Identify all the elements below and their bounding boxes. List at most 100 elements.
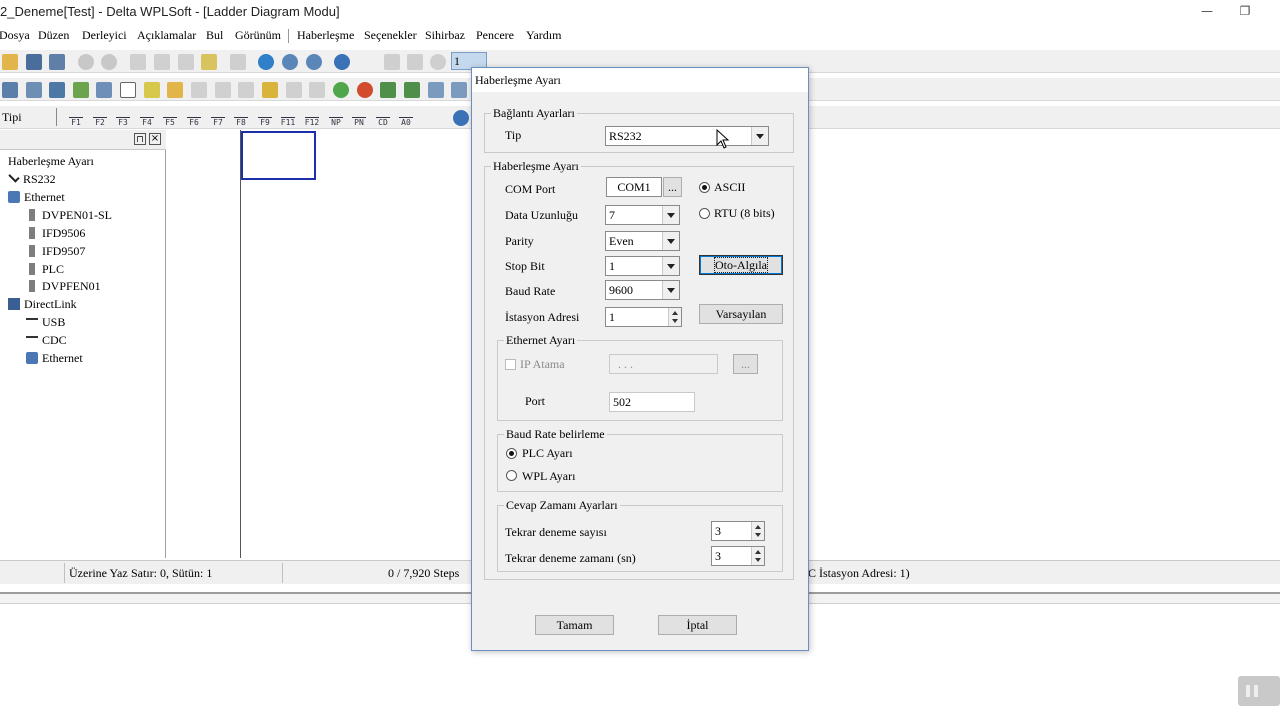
note-icon[interactable] (191, 82, 207, 98)
fkey-button[interactable]: F7 (208, 109, 228, 127)
baud-rate-select[interactable]: 9600 (605, 280, 680, 300)
zoom-in-icon[interactable] (282, 54, 298, 70)
menu-derleyici[interactable]: Derleyici (82, 28, 127, 43)
menu-sihirbaz[interactable]: Sihirbaz (425, 28, 465, 43)
station-address-field[interactable]: 1 (605, 307, 682, 327)
ladder-mode-icon[interactable] (2, 82, 18, 98)
zoom-out-icon[interactable] (306, 54, 322, 70)
wpl-setting-radio[interactable] (506, 470, 517, 481)
menu-dosya[interactable]: Dosya (0, 28, 30, 43)
station-address-spinner[interactable] (668, 308, 681, 326)
paste-icon[interactable] (178, 54, 194, 70)
com-port-browse-button[interactable]: ... (663, 177, 682, 197)
type-select[interactable]: RS232 (605, 126, 769, 146)
edit-icon[interactable] (73, 82, 89, 98)
fkey-button[interactable]: F4 (137, 109, 157, 127)
online-icon[interactable] (451, 82, 467, 98)
tree-item[interactable]: USB (26, 315, 65, 330)
fkey-button[interactable]: NP (326, 109, 346, 127)
fkey-button[interactable]: CD (373, 109, 393, 127)
parity-select[interactable]: Even (605, 231, 680, 251)
tree-item[interactable]: Ethernet (8, 190, 65, 205)
tree-item[interactable]: RS232 (8, 171, 56, 187)
menu-yardim[interactable]: Yardım (526, 28, 561, 43)
defaults-button[interactable]: Varsayılan (699, 304, 783, 324)
connect-icon[interactable] (333, 82, 349, 98)
compile-icon[interactable] (262, 82, 278, 98)
port-field[interactable]: 502 (609, 392, 695, 412)
data-length-select[interactable]: 7 (605, 205, 680, 225)
stop-icon[interactable] (357, 82, 373, 98)
grid-icon[interactable] (120, 82, 136, 98)
save-icon[interactable] (26, 54, 42, 70)
fkey-button[interactable]: F12 (302, 109, 322, 127)
tree-item[interactable]: CDC (26, 333, 67, 348)
list-icon[interactable] (286, 82, 302, 98)
fkey-button[interactable]: PN (349, 109, 369, 127)
pin-icon[interactable]: ⊓ (134, 133, 146, 145)
fkey-button[interactable]: F5 (160, 109, 180, 127)
upload-icon[interactable] (404, 82, 420, 98)
tree-item[interactable]: IFD9507 (26, 244, 85, 259)
tree-item[interactable]: PLC (26, 262, 64, 277)
copy-icon[interactable] (154, 54, 170, 70)
chevron-down-icon[interactable] (662, 232, 679, 250)
tree-item[interactable]: DVPEN01-SL (26, 208, 112, 223)
undo-icon[interactable] (78, 54, 94, 70)
fkey-button[interactable]: F3 (113, 109, 133, 127)
pause-overlay-button[interactable] (1238, 676, 1280, 706)
ip-address-field[interactable]: . . . (609, 354, 718, 374)
search-icon[interactable] (258, 54, 274, 70)
restore-button[interactable]: ❐ (1222, 0, 1268, 22)
menu-bul[interactable]: Bul (206, 28, 223, 43)
plc-setting-radio[interactable] (506, 448, 517, 459)
chevron-down-icon[interactable] (662, 206, 679, 224)
chevron-down-icon[interactable] (662, 281, 679, 299)
menu-haberlesme[interactable]: Haberleşme (297, 28, 354, 43)
comment-icon[interactable] (144, 82, 160, 98)
window-icon[interactable] (309, 82, 325, 98)
instruction-mode-icon[interactable] (49, 82, 65, 98)
tipi-combo-edge[interactable] (56, 108, 64, 126)
fkey-button[interactable]: F11 (278, 109, 298, 127)
tree-item[interactable]: DVPFEN01 (26, 279, 101, 294)
ip-assign-checkbox[interactable] (505, 359, 516, 370)
tree-item[interactable]: Ethernet (26, 351, 83, 366)
fkey-button[interactable]: A0 (396, 109, 416, 127)
cut-icon[interactable] (130, 54, 146, 70)
run-icon[interactable] (430, 54, 446, 70)
retry-count-spinner[interactable] (751, 522, 764, 540)
close-icon[interactable]: × (149, 133, 161, 145)
menu-secenekler[interactable]: Seçenekler (364, 28, 417, 43)
download-icon[interactable] (380, 82, 396, 98)
menu-gorunum[interactable]: Görünüm (235, 28, 281, 43)
retry-time-field[interactable]: 3 (711, 546, 765, 566)
rtu-radio[interactable] (699, 208, 710, 219)
tree-item[interactable]: IFD9506 (26, 226, 85, 241)
chevron-down-icon[interactable] (751, 127, 768, 145)
fkey-button[interactable]: F2 (90, 109, 110, 127)
tree-item[interactable]: DirectLink (8, 297, 77, 312)
open-icon[interactable] (2, 54, 18, 70)
goto-icon[interactable] (230, 54, 246, 70)
stop-bit-select[interactable]: 1 (605, 256, 680, 276)
link-icon[interactable] (167, 82, 183, 98)
eraser-icon[interactable] (201, 54, 217, 70)
retry-time-spinner[interactable] (751, 547, 764, 565)
menu-pencere[interactable]: Pencere (476, 28, 514, 43)
redo-icon[interactable] (101, 54, 117, 70)
ladder-cursor[interactable] (241, 131, 316, 180)
retry-count-field[interactable]: 3 (711, 521, 765, 541)
program-icon[interactable] (407, 54, 423, 70)
ok-button[interactable]: Tamam (535, 615, 614, 635)
device-note-icon[interactable] (215, 82, 231, 98)
fkey-button[interactable]: F8 (231, 109, 251, 127)
sfc-mode-icon[interactable] (26, 82, 42, 98)
bookmark-icon[interactable] (238, 82, 254, 98)
auto-detect-button[interactable]: Oto-Algıla (699, 255, 783, 275)
cancel-button[interactable]: İptal (658, 615, 737, 635)
fkey-button[interactable]: F9 (255, 109, 275, 127)
com-port-field[interactable]: COM1 (606, 177, 662, 197)
fkey-button[interactable]: F1 (66, 109, 86, 127)
menu-aciklamalar[interactable]: Açıklamalar (137, 28, 196, 43)
